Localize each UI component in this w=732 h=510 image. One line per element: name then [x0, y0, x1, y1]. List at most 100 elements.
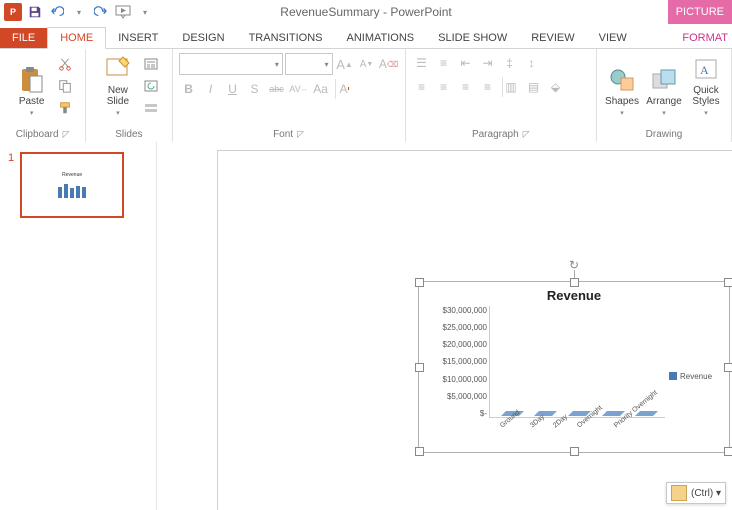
arrange-icon	[650, 66, 678, 94]
shrink-font-button[interactable]: A▼	[357, 54, 377, 74]
legend-swatch	[669, 372, 677, 380]
resize-handle-n[interactable]	[570, 278, 579, 287]
group-label-font: Font	[273, 129, 293, 140]
font-name-combo[interactable]	[179, 53, 283, 75]
cut-icon[interactable]	[56, 55, 74, 73]
paste-options-icon	[671, 485, 687, 501]
resize-handle-se[interactable]	[724, 447, 732, 456]
group-slides: New Slide ▾ Slides	[86, 49, 172, 143]
tab-file[interactable]: FILE	[0, 28, 47, 48]
shapes-icon	[608, 66, 636, 94]
ribbon-tabs: FILE HOME INSERT DESIGN TRANSITIONS ANIM…	[0, 24, 732, 49]
legend-label: Revenue	[680, 372, 712, 381]
clipboard-dialog-launcher-icon[interactable]: ◸	[63, 129, 70, 140]
group-label-clipboard: Clipboard	[16, 129, 59, 140]
increase-indent-button[interactable]: ⇥	[478, 53, 498, 73]
font-color-button[interactable]: A	[335, 79, 355, 99]
change-case-button[interactable]: Aa	[311, 79, 331, 99]
slide-thumbnail-panel: 1 Revenue	[0, 142, 157, 510]
copy-icon[interactable]	[56, 77, 74, 95]
paste-options-label: (Ctrl) ▾	[691, 488, 721, 499]
slide-canvas[interactable]: ↻ Revenue $30,000,000$25,000,000$20,000,…	[217, 150, 732, 510]
group-font: A▲ A▼ A⌫ B I U S abc AV↔ Aa A Font ◸	[173, 49, 406, 143]
ribbon: Paste ▾ Clipboard ◸ New Slide ▾ S	[0, 49, 732, 144]
slide-number: 1	[8, 152, 14, 218]
save-icon[interactable]	[26, 3, 44, 21]
align-right-button[interactable]: ≡	[456, 77, 476, 97]
font-size-combo[interactable]	[285, 53, 333, 75]
group-paragraph: ☰ ≡ ⇤ ⇥ ‡ ↕ ≡ ≡ ≡ ≡ ▥ ▤ ⬙ Paragraph ◸	[406, 49, 597, 143]
strike-button[interactable]: abc	[267, 79, 287, 99]
quick-styles-button[interactable]: A Quick Styles▾	[687, 53, 725, 117]
clear-formatting-button[interactable]: A⌫	[379, 54, 399, 74]
columns-button[interactable]: ▥	[502, 77, 522, 97]
group-label-paragraph: Paragraph	[472, 129, 519, 140]
bullets-button[interactable]: ☰	[412, 53, 432, 73]
reset-icon[interactable]	[142, 77, 160, 95]
tab-home[interactable]: HOME	[47, 27, 106, 49]
bold-button[interactable]: B	[179, 79, 199, 99]
tab-transitions[interactable]: TRANSITIONS	[237, 28, 335, 48]
align-left-button[interactable]: ≡	[412, 77, 432, 97]
quick-access-toolbar: P ▾ ▾	[0, 0, 154, 24]
slide-thumbnail-1[interactable]: Revenue	[20, 152, 124, 218]
chart-object[interactable]: ↻ Revenue $30,000,000$25,000,000$20,000,…	[418, 281, 730, 453]
group-clipboard: Paste ▾ Clipboard ◸	[0, 49, 86, 143]
resize-handle-nw[interactable]	[415, 278, 424, 287]
section-icon[interactable]	[142, 99, 160, 117]
redo-icon[interactable]	[92, 3, 110, 21]
decrease-indent-button[interactable]: ⇤	[456, 53, 476, 73]
layout-icon[interactable]	[142, 55, 160, 73]
resize-handle-e[interactable]	[724, 363, 732, 372]
tab-slideshow[interactable]: SLIDE SHOW	[426, 28, 519, 48]
arrange-button[interactable]: Arrange▾	[643, 53, 685, 117]
app-icon: P	[4, 3, 22, 21]
group-label-drawing: Drawing	[646, 129, 683, 140]
tab-design[interactable]: DESIGN	[170, 28, 236, 48]
undo-more-icon[interactable]: ▾	[70, 3, 88, 21]
undo-icon[interactable]	[48, 3, 66, 21]
smartart-button[interactable]: ⬙	[546, 77, 566, 97]
char-spacing-button[interactable]: AV↔	[289, 79, 309, 99]
group-label-slides: Slides	[115, 129, 142, 140]
chart-legend: Revenue	[669, 306, 723, 446]
resize-handle-s[interactable]	[570, 447, 579, 456]
workspace: 1 Revenue ↻ Revenue	[0, 142, 732, 510]
underline-button[interactable]: U	[223, 79, 243, 99]
tab-format[interactable]: FORMAT	[670, 28, 732, 48]
format-painter-icon[interactable]	[56, 99, 74, 117]
tab-insert[interactable]: INSERT	[106, 28, 170, 48]
group-drawing: Shapes▾ Arrange▾ A Quick Styles▾ Drawing	[597, 49, 732, 143]
paragraph-dialog-launcher-icon[interactable]: ◸	[523, 129, 530, 140]
tab-view[interactable]: VIEW	[587, 28, 639, 48]
svg-text:A: A	[700, 63, 709, 77]
line-spacing-button[interactable]: ‡	[500, 53, 520, 73]
thumbnail-preview: Revenue	[42, 167, 102, 203]
rotate-handle-icon[interactable]: ↻	[568, 258, 580, 270]
tab-review[interactable]: REVIEW	[519, 28, 586, 48]
align-center-button[interactable]: ≡	[434, 77, 454, 97]
paste-options-float[interactable]: (Ctrl) ▾	[666, 482, 726, 504]
qat-customize-icon[interactable]: ▾	[136, 3, 154, 21]
grow-font-button[interactable]: A▲	[335, 54, 355, 74]
align-text-button[interactable]: ▤	[524, 77, 544, 97]
slide-editor[interactable]: ↻ Revenue $30,000,000$25,000,000$20,000,…	[157, 142, 732, 510]
resize-handle-w[interactable]	[415, 363, 424, 372]
resize-handle-ne[interactable]	[724, 278, 732, 287]
paste-button[interactable]: Paste ▾	[12, 53, 52, 117]
tab-animations[interactable]: ANIMATIONS	[335, 28, 427, 48]
start-slideshow-icon[interactable]	[114, 3, 132, 21]
new-slide-button[interactable]: New Slide ▾	[98, 53, 138, 117]
text-direction-button[interactable]: ↕	[522, 53, 542, 73]
shapes-button[interactable]: Shapes▾	[603, 53, 641, 117]
chart-plot: $30,000,000$25,000,000$20,000,000$15,000…	[429, 306, 669, 446]
numbering-button[interactable]: ≡	[434, 53, 454, 73]
resize-handle-sw[interactable]	[415, 447, 424, 456]
shadow-button[interactable]: S	[245, 79, 265, 99]
contextual-tab-picture[interactable]: PICTURE	[668, 0, 732, 24]
new-slide-icon	[104, 55, 132, 83]
chart-title: Revenue	[425, 288, 723, 306]
font-dialog-launcher-icon[interactable]: ◸	[297, 129, 304, 140]
justify-button[interactable]: ≡	[478, 77, 498, 97]
italic-button[interactable]: I	[201, 79, 221, 99]
